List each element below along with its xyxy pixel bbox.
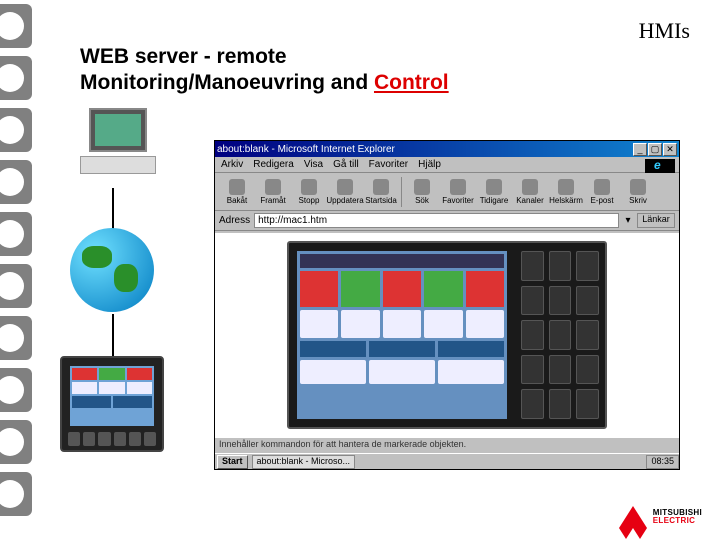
address-label: Adress bbox=[219, 215, 250, 226]
title-line1: WEB server - remote bbox=[80, 45, 287, 68]
search-icon bbox=[414, 179, 430, 195]
hmi-screen bbox=[297, 251, 507, 419]
channels-button[interactable]: Kanaler bbox=[512, 175, 548, 209]
mail-icon bbox=[594, 179, 610, 195]
menu-item[interactable]: Favoriter bbox=[369, 159, 408, 170]
menu-item[interactable]: Hjälp bbox=[418, 159, 441, 170]
mitsubishi-logo: MITSUBISHI ELECTRIC bbox=[619, 506, 702, 528]
pc-base-icon bbox=[80, 156, 156, 174]
logo-text: MITSUBISHI ELECTRIC bbox=[653, 509, 702, 525]
menubar: Arkiv Redigera Visa Gå till Favoriter Hj… bbox=[215, 157, 679, 173]
status-bar: Innehåller kommandon för att hantera de … bbox=[215, 437, 679, 453]
dropdown-icon[interactable]: ▾ bbox=[623, 215, 633, 226]
fullscreen-button[interactable]: Helskärm bbox=[548, 175, 584, 209]
stop-button[interactable]: Stopp bbox=[291, 175, 327, 209]
taskbar-item[interactable]: about:blank - Microso... bbox=[252, 455, 356, 469]
mail-button[interactable]: E-post bbox=[584, 175, 620, 209]
toolbar: Bakåt Framåt Stopp Uppdatera Startsida S… bbox=[215, 173, 679, 211]
ie-logo-icon bbox=[645, 159, 675, 173]
window-title: about:blank - Microsoft Internet Explore… bbox=[217, 144, 632, 155]
refresh-button[interactable]: Uppdatera bbox=[327, 175, 363, 209]
monitor-icon bbox=[89, 108, 147, 152]
refresh-icon bbox=[337, 179, 353, 195]
links-button[interactable]: Länkar bbox=[637, 213, 675, 228]
star-icon bbox=[450, 179, 466, 195]
history-button[interactable]: Tidigare bbox=[476, 175, 512, 209]
forward-button[interactable]: Framåt bbox=[255, 175, 291, 209]
back-icon bbox=[229, 179, 245, 195]
stop-icon bbox=[301, 179, 317, 195]
hmi-panel bbox=[287, 241, 607, 429]
address-input[interactable] bbox=[254, 213, 619, 228]
mitsubishi-logo-icon bbox=[619, 506, 647, 528]
menu-item[interactable]: Gå till bbox=[333, 159, 359, 170]
system-tray-clock: 08:35 bbox=[646, 455, 679, 469]
search-button[interactable]: Sök bbox=[404, 175, 440, 209]
hmi-device-illustration bbox=[60, 356, 164, 452]
home-button[interactable]: Startsida bbox=[363, 175, 399, 209]
menu-item[interactable]: Redigera bbox=[253, 159, 294, 170]
browser-viewport bbox=[215, 233, 679, 437]
titlebar[interactable]: about:blank - Microsoft Internet Explore… bbox=[215, 141, 679, 157]
start-button[interactable]: Start bbox=[217, 455, 248, 469]
title-line2a: Monitoring/Manoeuvring and bbox=[80, 71, 374, 94]
print-button[interactable]: Skriv bbox=[620, 175, 656, 209]
back-button[interactable]: Bakåt bbox=[219, 175, 255, 209]
header-category: HMIs bbox=[639, 18, 690, 44]
globe-icon bbox=[70, 228, 154, 312]
title-line2b: Control bbox=[374, 71, 449, 94]
history-icon bbox=[486, 179, 502, 195]
forward-icon bbox=[265, 179, 281, 195]
browser-window: about:blank - Microsoft Internet Explore… bbox=[214, 140, 680, 470]
fullscreen-icon bbox=[558, 179, 574, 195]
taskbar: Start about:blank - Microso... 08:35 bbox=[215, 453, 679, 469]
channels-icon bbox=[522, 179, 538, 195]
pc-illustration bbox=[68, 108, 168, 188]
print-icon bbox=[630, 179, 646, 195]
minimize-button[interactable]: _ bbox=[633, 143, 647, 156]
slide-title: WEB server - remote Monitoring/Manoeuvri… bbox=[80, 44, 449, 97]
menu-item[interactable]: Visa bbox=[304, 159, 323, 170]
favorites-button[interactable]: Favoriter bbox=[440, 175, 476, 209]
hmi-keypad bbox=[515, 243, 605, 427]
gear-decoration-strip bbox=[0, 0, 40, 540]
connector-line bbox=[112, 188, 114, 230]
home-icon bbox=[373, 179, 389, 195]
connector-line bbox=[112, 314, 114, 356]
close-button[interactable]: ✕ bbox=[663, 143, 677, 156]
menu-item[interactable]: Arkiv bbox=[221, 159, 243, 170]
address-bar: Adress ▾ Länkar bbox=[215, 211, 679, 231]
maximize-button[interactable]: ▢ bbox=[648, 143, 662, 156]
